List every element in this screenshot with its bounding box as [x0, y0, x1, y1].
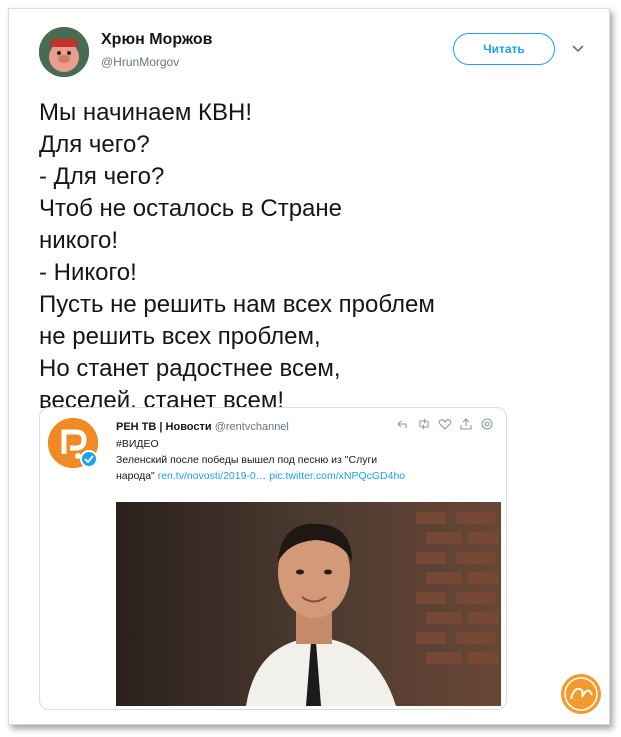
follow-button[interactable]: Читать: [453, 33, 555, 65]
chevron-down-icon[interactable]: [571, 41, 585, 55]
quoted-text-line2: народа" ren.tv/novosti/2019-0… pic.twitt…: [116, 470, 405, 482]
retweet-icon[interactable]: [417, 417, 431, 431]
quoted-text-prefix: народа": [116, 470, 155, 482]
like-icon[interactable]: [438, 417, 452, 431]
reply-icon[interactable]: [396, 417, 410, 431]
settings-icon[interactable]: [480, 417, 494, 431]
quoted-link-2[interactable]: pic.twitter.com/xNPQcGD4ho: [269, 470, 405, 482]
quoted-photo[interactable]: [116, 502, 501, 706]
tweet-card: Хрюн Моржов @HrunMorgov Читать Мы начина…: [8, 8, 610, 725]
quoted-link-1[interactable]: ren.tv/novosti/2019-0…: [158, 470, 267, 482]
quoted-actions: [396, 417, 494, 431]
watermark-logo: [561, 674, 601, 714]
avatar[interactable]: [39, 27, 89, 77]
author-handle[interactable]: @HrunMorgov: [101, 55, 179, 69]
quoted-text-line1: Зеленский после победы вышел под песню и…: [116, 454, 378, 466]
quoted-tweet[interactable]: РЕН ТВ | Новости @rentvchannel #ВИДЕО Зе…: [39, 407, 507, 710]
quoted-header: РЕН ТВ | Новости @rentvchannel: [116, 421, 289, 433]
verified-icon: [80, 450, 98, 468]
quoted-author[interactable]: РЕН ТВ | Новости: [116, 421, 212, 433]
share-icon[interactable]: [459, 417, 473, 431]
quoted-handle[interactable]: @rentvchannel: [215, 421, 289, 433]
tweet-text: Мы начинаем КВН! Для чего? - Для чего? Ч…: [39, 99, 435, 414]
author-name[interactable]: Хрюн Моржов: [101, 31, 212, 49]
quoted-hashtag[interactable]: #ВИДЕО: [116, 438, 159, 450]
